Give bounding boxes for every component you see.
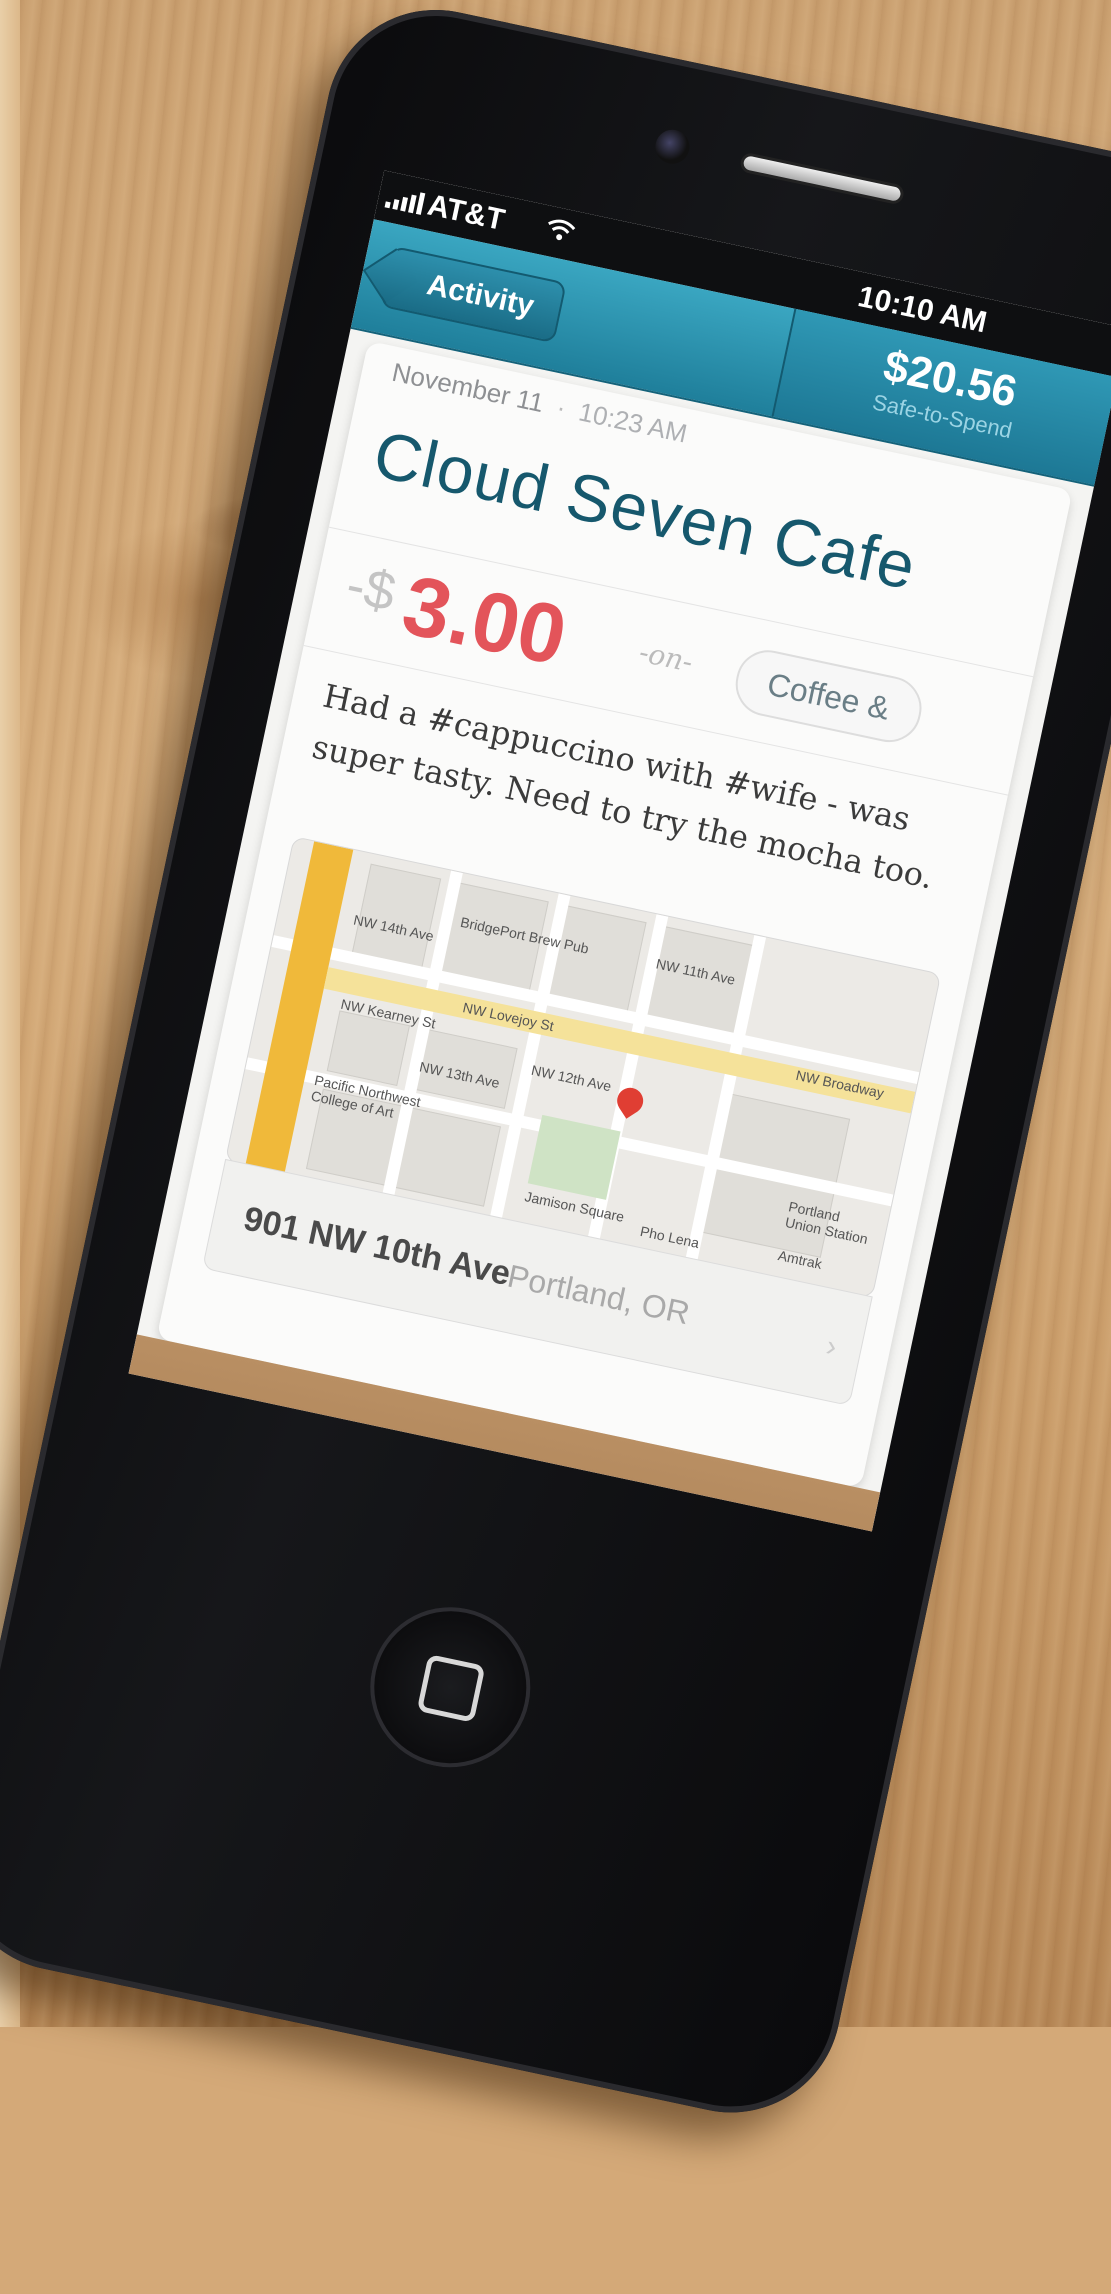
gear-icon[interactable]: ⚙ — [444, 1484, 507, 1531]
front-camera-icon — [652, 126, 693, 167]
map-label: Jamison Square — [523, 1188, 626, 1225]
activity-back-button[interactable]: Activity — [379, 245, 568, 344]
chevron-right-icon: › — [823, 1329, 840, 1364]
home-button[interactable] — [355, 1592, 546, 1783]
signal-icon — [384, 186, 426, 215]
arrow-left-icon[interactable]: ⬅ — [158, 1362, 218, 1436]
address-street: 901 NW 10th Ave — [240, 1199, 514, 1294]
transaction-card: November 11 · 10:23 AM Cloud Seven Cafe -$… — [156, 340, 1073, 1489]
category-button[interactable]: Coffee & — [729, 644, 928, 749]
jamison-square-park — [527, 1114, 621, 1200]
transaction-amount: 3.00 — [394, 557, 575, 684]
transaction-date: November 11 — [389, 356, 547, 419]
transaction-time: 10:23 AM — [576, 396, 690, 449]
back-button-label: Activity — [424, 268, 537, 323]
amount-sign: -$ — [341, 554, 401, 624]
phone-screen: AT&T 10:10 AM Activity $20.56 Safe-to-Sp… — [128, 170, 1111, 1532]
carrier-label: AT&T — [424, 188, 508, 237]
amount-connector: -on- — [636, 635, 696, 679]
wifi-icon — [548, 219, 576, 241]
map-label: NW 12th Ave — [529, 1061, 613, 1095]
address-city: Portland, OR — [504, 1257, 693, 1332]
earpiece-speaker — [742, 155, 902, 203]
home-square-icon — [416, 1653, 486, 1723]
